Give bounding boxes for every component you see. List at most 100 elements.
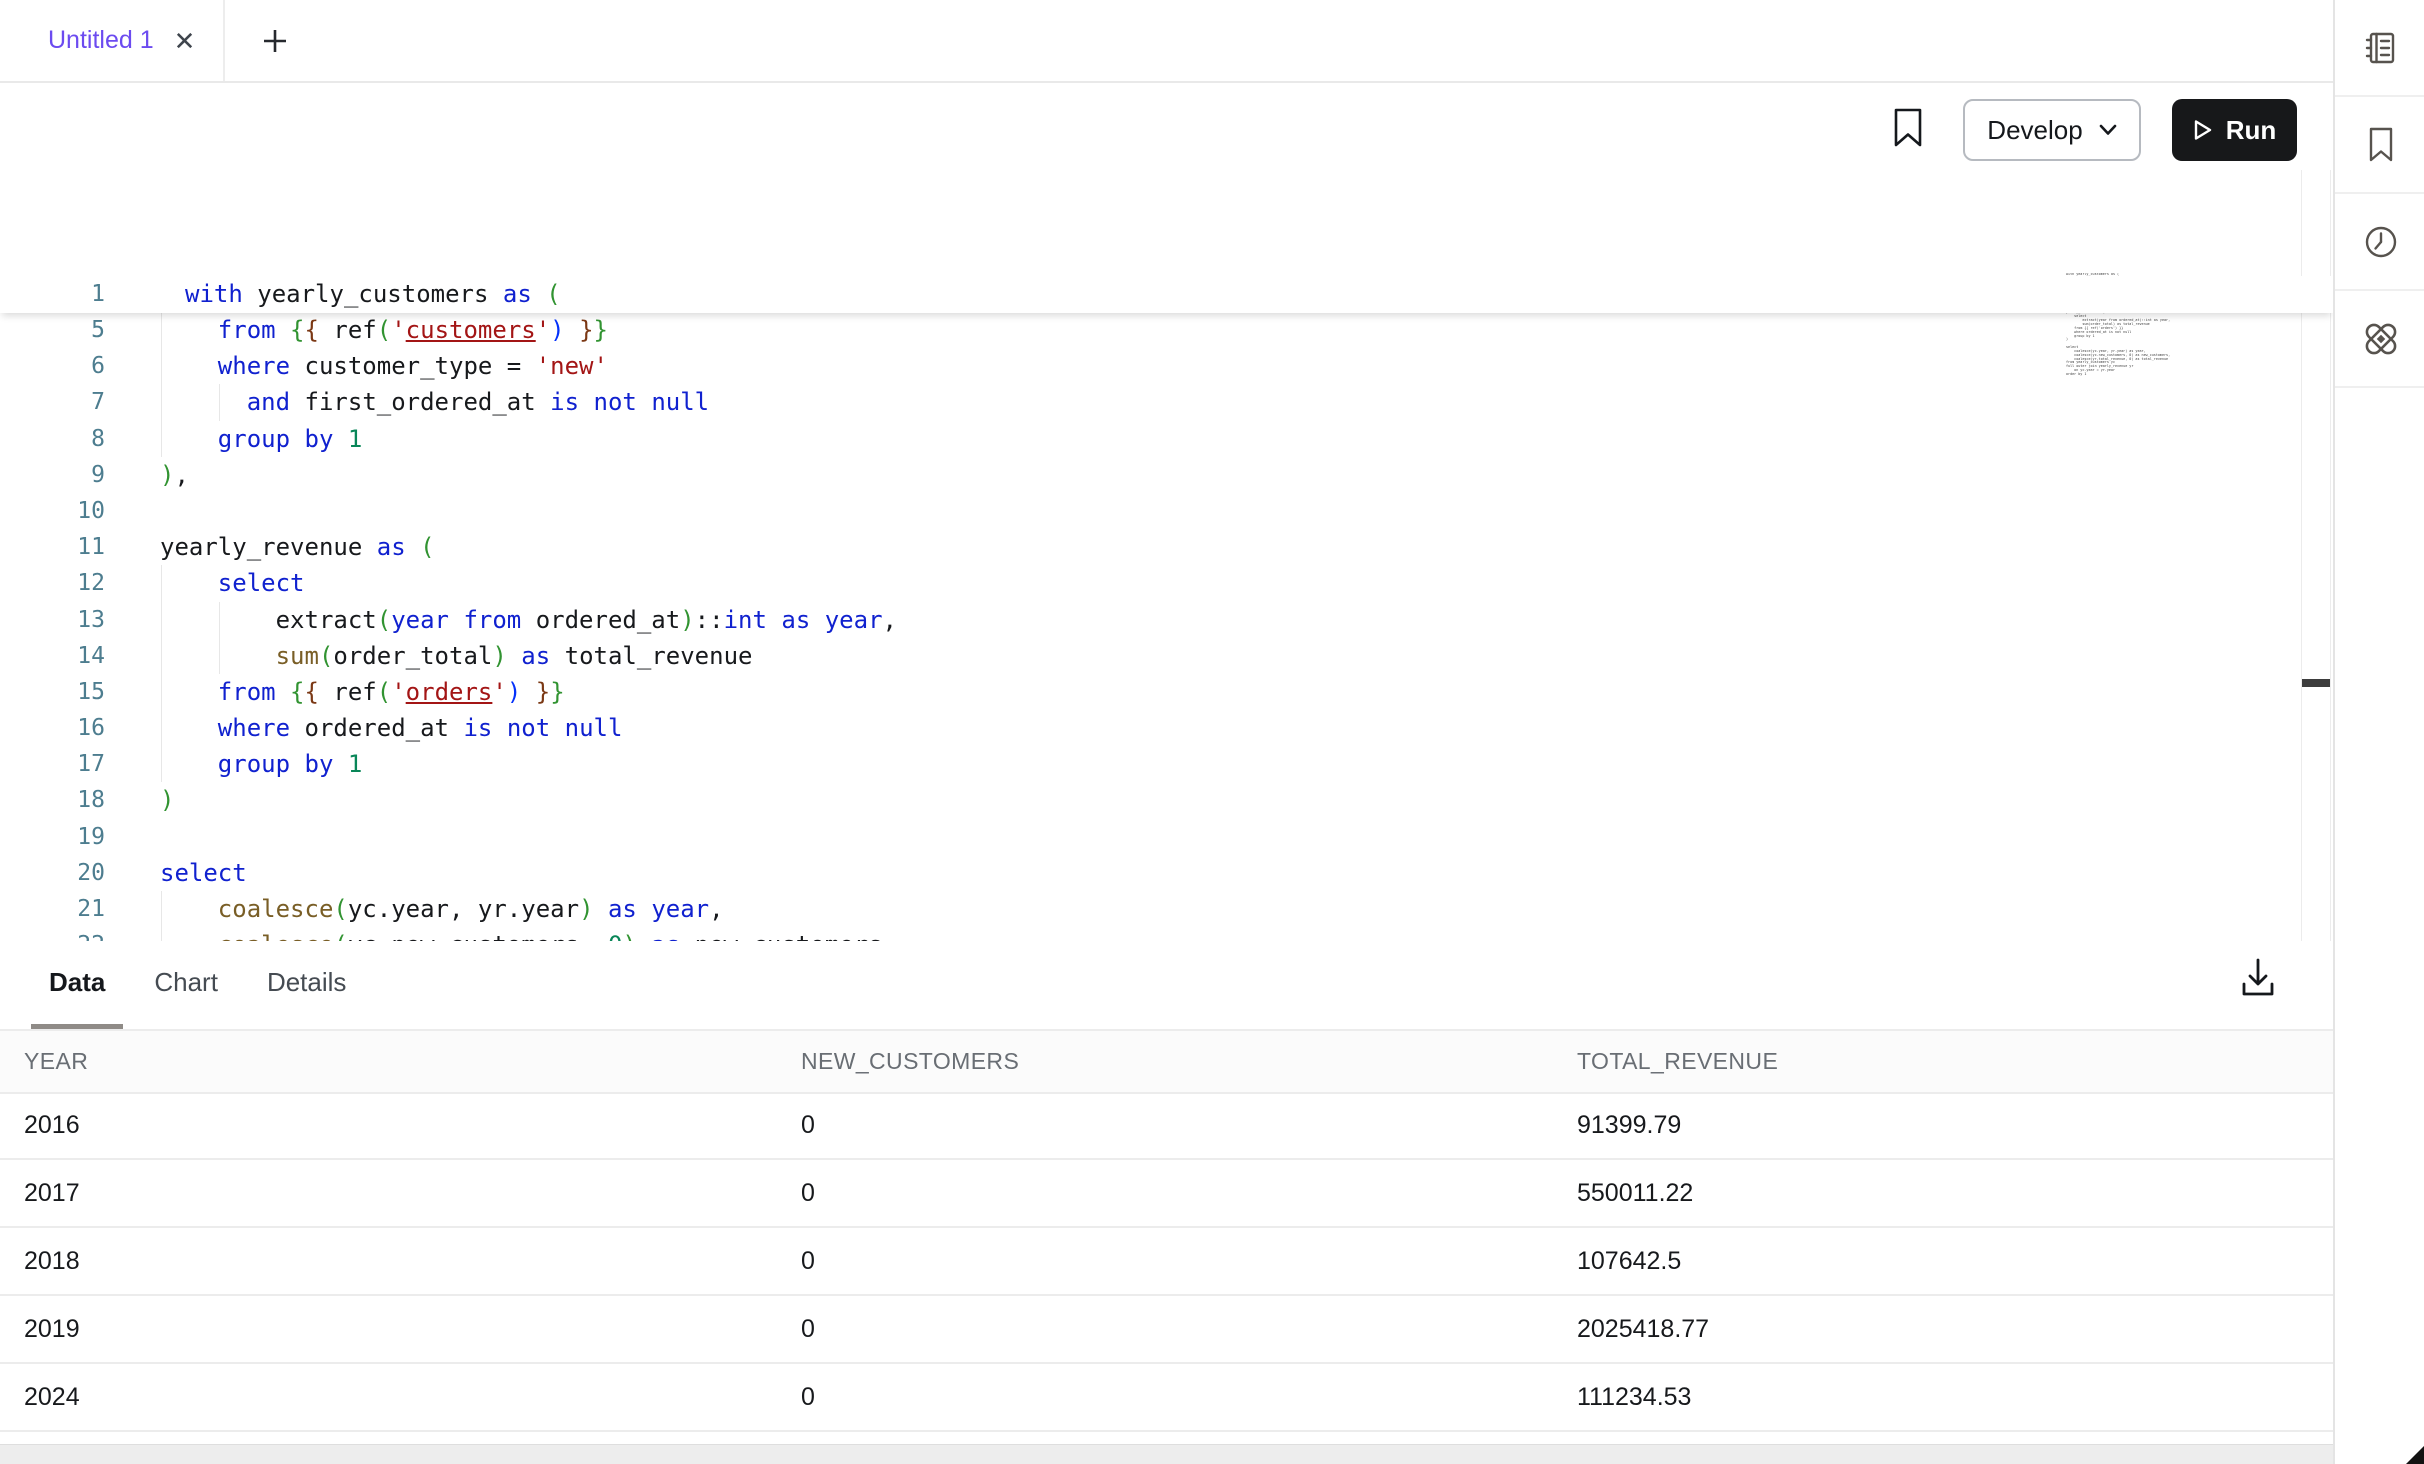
- results-panel: DataChartDetails YEARNEW_CUSTOMERSTOTAL_…: [0, 941, 2333, 1464]
- code-line-14: 14 sum(order_total) as total_revenue: [0, 638, 2333, 674]
- table-header-row: YEARNEW_CUSTOMERSTOTAL_REVENUE: [0, 1031, 2333, 1094]
- column-header: YEAR: [0, 1031, 777, 1092]
- code-line-5: 5 from {{ ref('customers') }}: [0, 312, 2333, 348]
- bookmark-button[interactable]: [1893, 108, 1923, 148]
- table-body: 2016091399.7920170550011.2220180107642.5…: [0, 1092, 2333, 1432]
- download-button[interactable]: [2240, 956, 2276, 998]
- bookmarks-panel-button[interactable]: [2335, 97, 2424, 194]
- plus-icon: [261, 27, 289, 55]
- develop-label: Develop: [1987, 115, 2082, 146]
- code-lines: 5 from {{ ref('customers') }}6 where cus…: [0, 312, 2333, 943]
- table-cell: 2018: [0, 1228, 777, 1294]
- code-line-17: 17 group by 1: [0, 746, 2333, 782]
- bookmark-icon: [2365, 126, 2397, 164]
- download-icon: [2240, 956, 2276, 998]
- column-header: NEW_CUSTOMERS: [777, 1031, 1553, 1092]
- code-line-6: 6 where customer_type = 'new': [0, 348, 2333, 384]
- table-row: 20170550011.22: [0, 1160, 2333, 1228]
- table-cell: 0: [777, 1228, 1553, 1294]
- code-line-19: 19: [0, 819, 2333, 855]
- indent-guide: [161, 312, 162, 348]
- develop-dropdown[interactable]: Develop: [1963, 99, 2141, 161]
- horizontal-scrollbar[interactable]: [0, 1444, 2333, 1464]
- tab-details[interactable]: Details: [249, 941, 364, 1029]
- table-cell: 550011.22: [1553, 1160, 2333, 1226]
- tab-chart[interactable]: Chart: [136, 941, 236, 1029]
- sql-editor[interactable]: 1with yearly_customers as ( 5 from {{ re…: [0, 170, 2333, 943]
- notebook-icon: [2362, 29, 2400, 67]
- code-line-16: 16 where ordered_at is not null: [0, 710, 2333, 746]
- table-cell: 107642.5: [1553, 1228, 2333, 1294]
- line-number: 15: [0, 674, 105, 710]
- indent-guide: [161, 384, 162, 420]
- code-line-8: 8 group by 1: [0, 421, 2333, 457]
- close-icon[interactable]: ✕: [174, 28, 196, 54]
- line-number: 20: [0, 855, 105, 891]
- table-cell: 2016: [0, 1092, 777, 1158]
- app-window: Untitled 1 ✕ Develop Run Query completed…: [0, 0, 2424, 1464]
- line-number: 8: [0, 421, 105, 457]
- table-row: 20240111234.53: [0, 1364, 2333, 1432]
- indent-guide: [161, 421, 162, 457]
- scrollbar-marker[interactable]: [2302, 679, 2330, 687]
- line-number: 17: [0, 746, 105, 782]
- table-cell: 0: [777, 1092, 1553, 1158]
- line-number: 19: [0, 819, 105, 855]
- indent-guide: [161, 746, 162, 782]
- column-header: TOTAL_REVENUE: [1553, 1031, 2333, 1092]
- notebook-panel-button[interactable]: [2335, 0, 2424, 97]
- table-cell: 111234.53: [1553, 1364, 2333, 1430]
- code-line-13: 13 extract(year from ordered_at)::int as…: [0, 602, 2333, 638]
- tab-bar: Untitled 1 ✕: [0, 0, 2333, 83]
- indent-guide: [161, 348, 162, 384]
- code-line-10: 10: [0, 493, 2333, 529]
- line-number: 7: [0, 384, 105, 420]
- history-panel-button[interactable]: [2335, 194, 2424, 291]
- code-line-7: 7 and first_ordered_at is not null: [0, 384, 2333, 420]
- line-number: 13: [0, 602, 105, 638]
- code-line-20: 20select: [0, 855, 2333, 891]
- indent-guide: [161, 710, 162, 746]
- line-number: 10: [0, 493, 105, 529]
- tab-data[interactable]: Data: [31, 941, 123, 1029]
- lineage-panel-button[interactable]: [2335, 291, 2424, 388]
- tab-label: Untitled 1: [48, 26, 154, 55]
- code-line-18: 18): [0, 782, 2333, 818]
- resize-corner: [2406, 1446, 2424, 1464]
- run-button[interactable]: Run: [2172, 99, 2297, 161]
- table-row: 2016091399.79: [0, 1092, 2333, 1160]
- indent-guide: [219, 638, 220, 674]
- results-tabs: DataChartDetails: [0, 941, 2333, 1031]
- line-number: 6: [0, 348, 105, 384]
- line-number: 16: [0, 710, 105, 746]
- run-label: Run: [2226, 115, 2277, 146]
- table-cell: 2017: [0, 1160, 777, 1226]
- indent-guide: [219, 384, 220, 420]
- indent-guide: [219, 602, 220, 638]
- line-number: 21: [0, 891, 105, 927]
- table-row: 201902025418.77: [0, 1296, 2333, 1364]
- table-row: 20180107642.5: [0, 1228, 2333, 1296]
- table-cell: 2019: [0, 1296, 777, 1362]
- code-line-9: 9),: [0, 457, 2333, 493]
- line-number: 18: [0, 782, 105, 818]
- new-tab-button[interactable]: [255, 21, 295, 61]
- indent-guide: [161, 674, 162, 710]
- table-cell: 0: [777, 1160, 1553, 1226]
- indent-guide: [161, 891, 162, 927]
- bookmark-icon: [1893, 108, 1923, 148]
- right-sidebar: [2333, 0, 2424, 1464]
- tab-untitled-1[interactable]: Untitled 1 ✕: [0, 0, 225, 81]
- code-line-1: 1with yearly_customers as (: [0, 276, 2333, 312]
- line-number: 11: [0, 529, 105, 565]
- line-number: 12: [0, 565, 105, 601]
- code-line-15: 15 from {{ ref('orders') }}: [0, 674, 2333, 710]
- line-number: 9: [0, 457, 105, 493]
- line-number: 1: [0, 276, 130, 312]
- sticky-code-line: 1with yearly_customers as (: [0, 276, 2333, 313]
- code-line-11: 11yearly_revenue as (: [0, 529, 2333, 565]
- indent-guide: [161, 565, 162, 601]
- code-line-12: 12 select: [0, 565, 2333, 601]
- play-icon: [2193, 119, 2213, 141]
- history-icon: [2362, 223, 2400, 261]
